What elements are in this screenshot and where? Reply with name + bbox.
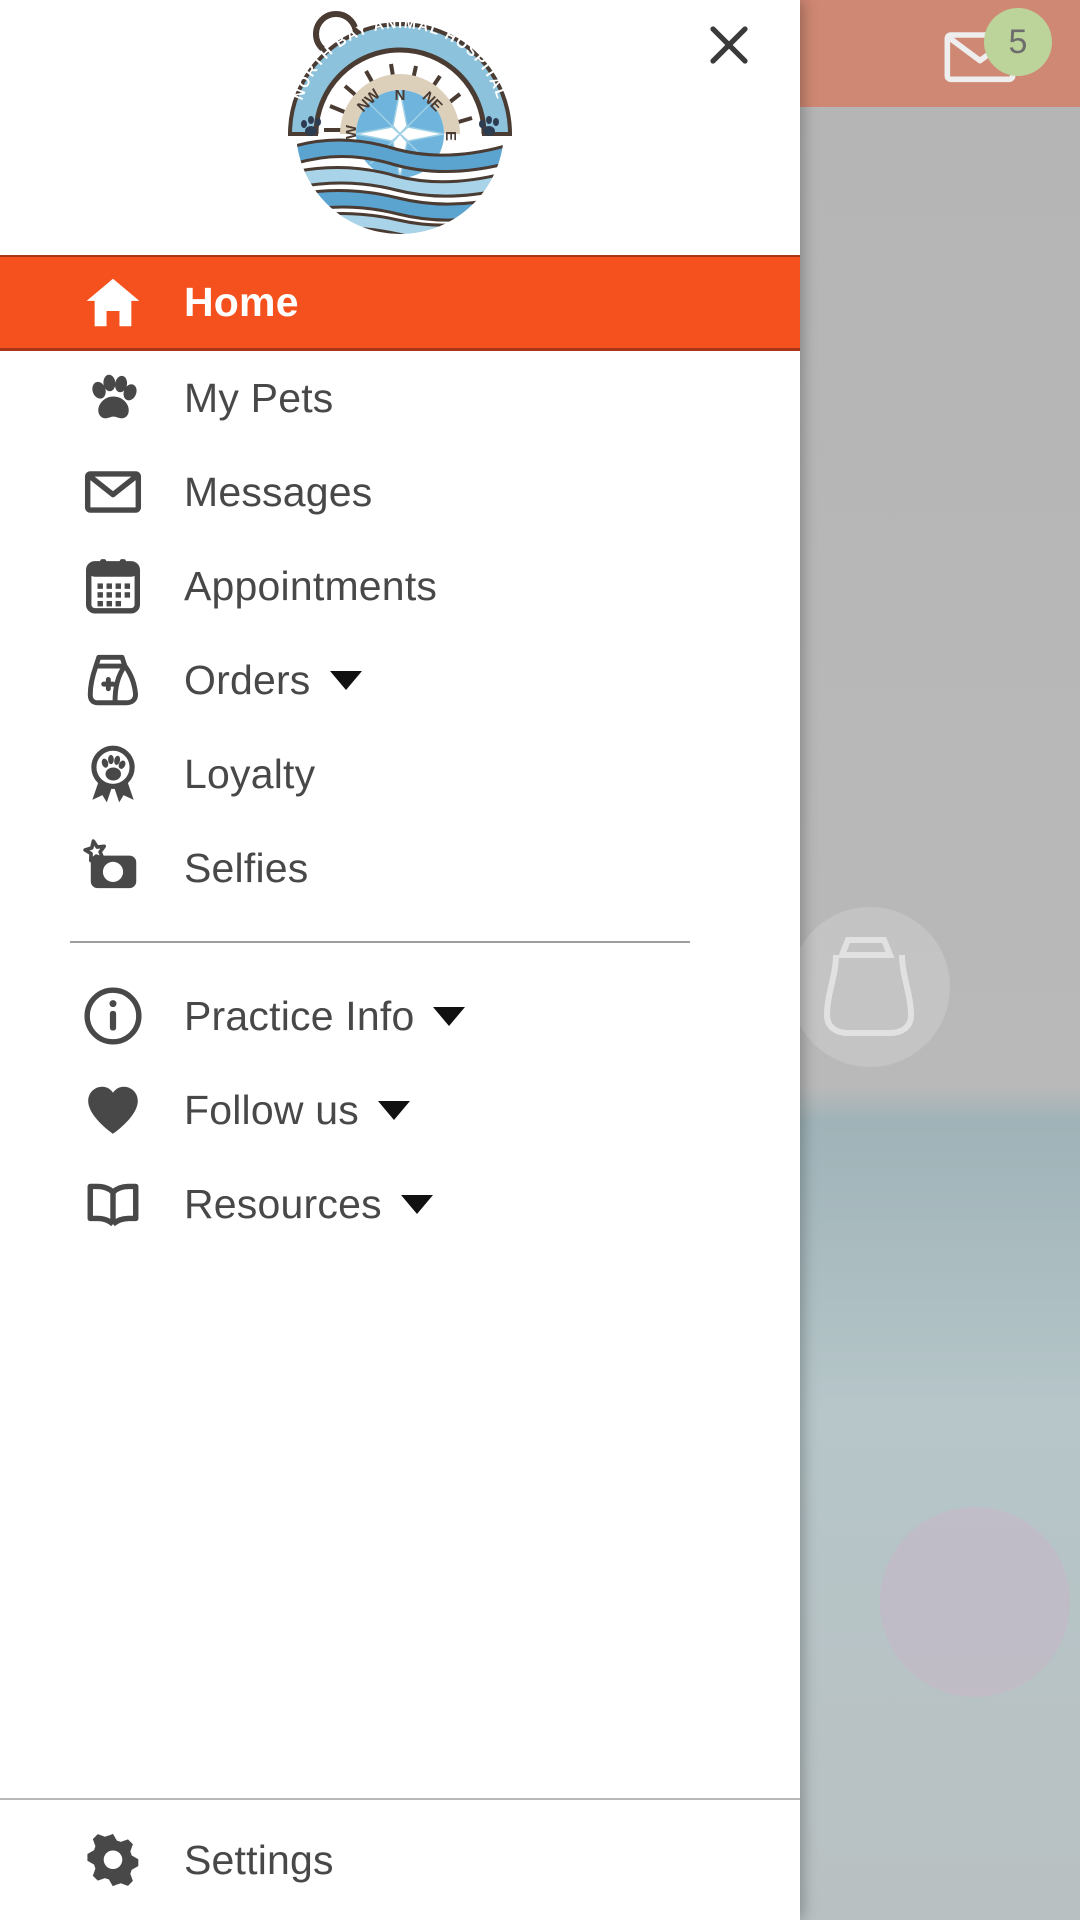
- sidebar-item-label: Settings: [184, 1836, 334, 1883]
- background-decor-circle: [880, 1507, 1070, 1697]
- navigation-drawer: W NW N NE E NORTH BAY ANIMAL HOSPITAL Ho…: [0, 0, 800, 1920]
- sidebar-item-label: My Pets: [184, 374, 334, 421]
- svg-text:N: N: [395, 87, 406, 104]
- sidebar-item-label: Loyalty: [184, 750, 316, 797]
- camera-star-icon: [82, 837, 144, 899]
- gear-icon: [82, 1829, 144, 1891]
- sidebar-item-practice-info[interactable]: Practice Info: [0, 969, 800, 1063]
- sidebar-item-label: Orders: [184, 656, 311, 703]
- chevron-down-icon[interactable]: [329, 670, 362, 690]
- background-food-bag-icon: [790, 907, 950, 1067]
- chevron-down-icon[interactable]: [400, 1194, 433, 1214]
- home-icon: [82, 272, 144, 334]
- sidebar-item-label: Messages: [184, 468, 373, 515]
- sidebar-item-home[interactable]: Home: [0, 255, 800, 351]
- drawer-spacer: [0, 1251, 800, 1798]
- calendar-icon: [82, 555, 144, 617]
- sidebar-item-messages[interactable]: Messages: [0, 445, 800, 539]
- paw-icon: [82, 367, 144, 429]
- drawer-header: W NW N NE E NORTH BAY ANIMAL HOSPITAL: [0, 0, 800, 255]
- sidebar-item-label: Practice Info: [184, 992, 415, 1039]
- svg-text:W: W: [343, 124, 360, 139]
- close-icon: [705, 21, 753, 74]
- sidebar-item-my-pets[interactable]: My Pets: [0, 351, 800, 445]
- unread-count-badge: 5: [984, 8, 1052, 76]
- award-paw-icon: [82, 743, 144, 805]
- sidebar-item-follow-us[interactable]: Follow us: [0, 1063, 800, 1157]
- chevron-down-icon[interactable]: [377, 1100, 410, 1120]
- sidebar-item-selfies[interactable]: Selfies: [0, 821, 800, 915]
- sidebar-item-resources[interactable]: Resources: [0, 1157, 800, 1251]
- heart-icon: [82, 1079, 144, 1141]
- chevron-down-icon[interactable]: [433, 1006, 466, 1026]
- food-bag-icon: [82, 649, 144, 711]
- sidebar-item-appointments[interactable]: Appointments: [0, 539, 800, 633]
- sidebar-item-loyalty[interactable]: Loyalty: [0, 727, 800, 821]
- open-book-icon: [82, 1173, 144, 1235]
- sidebar-item-orders[interactable]: Orders: [0, 633, 800, 727]
- drawer-section-divider: [70, 941, 690, 943]
- sidebar-item-label: Follow us: [184, 1086, 359, 1133]
- drawer-nav-list: Home My Pets Messages Appointments Order…: [0, 255, 800, 1920]
- svg-text:E: E: [442, 131, 459, 141]
- close-drawer-button[interactable]: [696, 14, 762, 80]
- sidebar-item-settings[interactable]: Settings: [0, 1800, 800, 1920]
- sidebar-item-label: Selfies: [184, 844, 309, 891]
- sidebar-item-label: Resources: [184, 1180, 382, 1227]
- compass-logo: W NW N NE E NORTH BAY ANIMAL HOSPITAL: [274, 2, 526, 242]
- sidebar-item-label: Home: [184, 279, 299, 325]
- sidebar-item-label: Appointments: [184, 562, 438, 609]
- info-circle-icon: [82, 985, 144, 1047]
- envelope-icon: [82, 461, 144, 523]
